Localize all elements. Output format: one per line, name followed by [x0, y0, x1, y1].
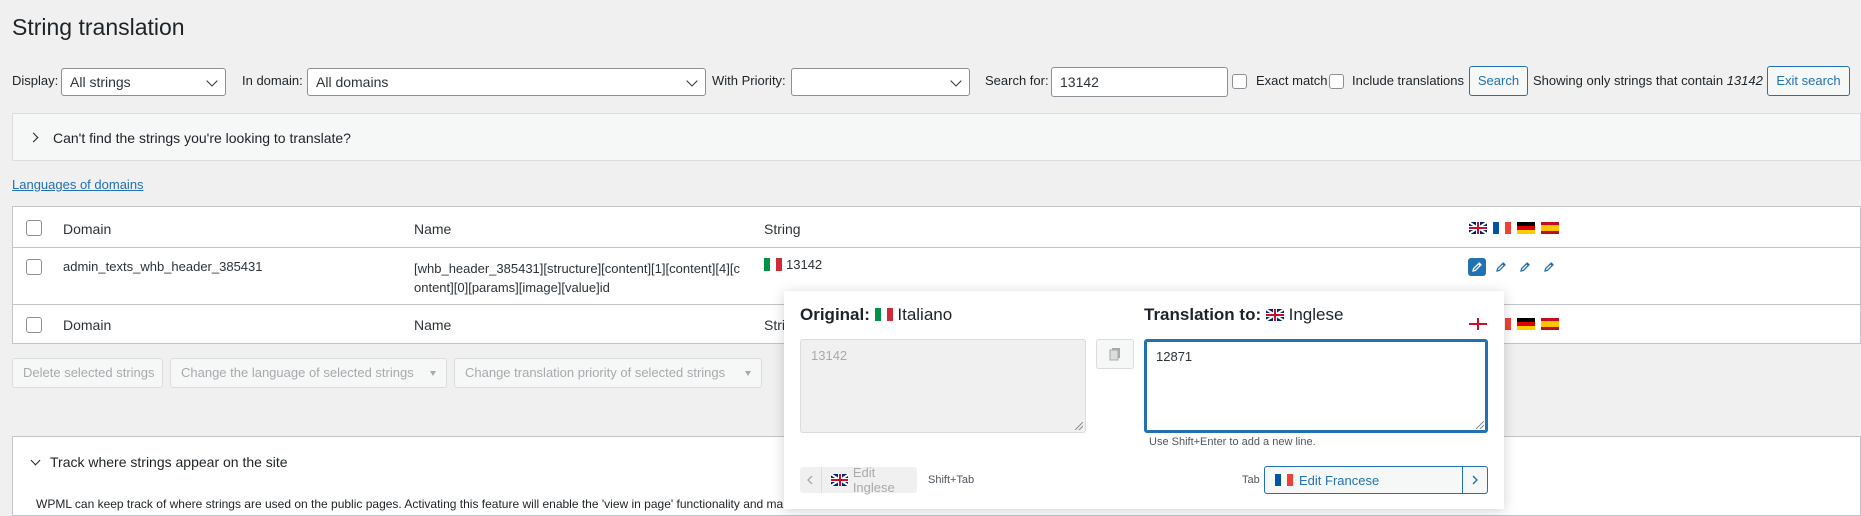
- copy-icon: [1109, 348, 1120, 361]
- original-title: Original: Italiano: [800, 305, 953, 324]
- row-string: 13142: [764, 257, 822, 272]
- showing-text: Showing only strings that contain 13142: [1533, 73, 1763, 88]
- edit-translation-es-icon[interactable]: [1540, 258, 1558, 276]
- original-textarea: 13142: [800, 339, 1086, 433]
- include-translations-checkbox[interactable]: [1329, 74, 1344, 89]
- footer-column-domain[interactable]: Domain: [63, 317, 111, 333]
- es-flag-icon: [1541, 222, 1559, 234]
- gb-flag-icon: [1265, 309, 1284, 321]
- row-string-text: 13142: [786, 257, 823, 272]
- column-string[interactable]: String: [764, 221, 801, 237]
- exact-match-checkbox[interactable]: [1232, 74, 1247, 89]
- it-flag-icon: [874, 308, 893, 321]
- edit-translation-fr-icon[interactable]: [1492, 258, 1510, 276]
- languages-of-domains-link[interactable]: Languages of domains: [12, 177, 144, 192]
- select-all-footer-checkbox[interactable]: [26, 317, 42, 333]
- track-strings-title[interactable]: Track where strings appear on the site: [50, 454, 288, 470]
- row-checkbox[interactable]: [26, 259, 42, 275]
- caret-down-icon: [430, 371, 436, 376]
- next-shortcut: Tab: [1242, 474, 1260, 486]
- chevron-left-icon: [800, 467, 822, 493]
- search-input[interactable]: [1051, 67, 1228, 97]
- domain-label: In domain:: [242, 73, 303, 88]
- priority-label: With Priority:: [712, 73, 786, 88]
- translation-popup: Original: Italiano Translation to: Ingle…: [784, 291, 1504, 509]
- de-flag-icon: [1517, 222, 1535, 234]
- change-language-select[interactable]: Change the language of selected strings: [170, 358, 447, 388]
- translation-title: Translation to: Inglese: [1144, 305, 1344, 324]
- chevron-down-icon: [206, 75, 218, 87]
- change-language-label: Change the language of selected strings: [181, 365, 414, 380]
- priority-select[interactable]: [791, 68, 970, 96]
- new-line-hint: Use Shift+Enter to add a new line.: [1149, 436, 1316, 448]
- domain-select[interactable]: All domains: [307, 68, 706, 96]
- edit-previous-label: Edit Inglese: [852, 465, 895, 495]
- display-select[interactable]: All strings: [61, 68, 226, 96]
- row-domain: admin_texts_whb_header_385431: [63, 259, 263, 274]
- include-translations-label: Include translations: [1352, 73, 1465, 88]
- chevron-down-icon: [686, 75, 698, 87]
- it-flag-icon: [764, 258, 782, 271]
- edit-translation-gb-icon[interactable]: [1468, 258, 1486, 276]
- gb-flag-icon: [1469, 222, 1487, 234]
- column-domain[interactable]: Domain: [63, 221, 111, 237]
- translation-textarea[interactable]: 12871: [1144, 339, 1488, 433]
- help-box[interactable]: Can't find the strings you're looking to…: [12, 113, 1861, 161]
- edit-translation-de-icon[interactable]: [1516, 258, 1534, 276]
- footer-column-string[interactable]: Stri: [764, 317, 785, 333]
- search-label: Search for:: [985, 73, 1049, 88]
- resize-handle-icon[interactable]: [1476, 421, 1484, 429]
- language-flags-header: [1469, 222, 1559, 234]
- fr-flag-icon: [1275, 474, 1293, 486]
- copy-original-button[interactable]: [1096, 339, 1134, 369]
- footer-column-name[interactable]: Name: [414, 317, 451, 333]
- chevron-right-icon: [28, 132, 39, 143]
- fr-flag-icon: [1493, 222, 1511, 234]
- exit-search-button[interactable]: Exit search: [1767, 66, 1850, 96]
- help-box-text: Can't find the strings you're looking to…: [53, 130, 351, 146]
- prev-shortcut: Shift+Tab: [928, 474, 975, 486]
- display-label: Display:: [12, 73, 59, 88]
- column-name[interactable]: Name: [414, 221, 451, 237]
- showing-term: 13142: [1726, 73, 1763, 88]
- caret-down-icon: [745, 371, 751, 376]
- exact-match-label: Exact match: [1256, 73, 1328, 88]
- gb-flag-icon: [830, 474, 848, 486]
- delete-selected-strings-button[interactable]: Delete selected strings: [12, 358, 163, 388]
- row-name: [whb_header_385431][structure][content][…: [414, 261, 740, 295]
- search-button[interactable]: Search: [1469, 66, 1528, 96]
- chevron-down-icon: [950, 75, 962, 87]
- change-priority-select[interactable]: Change translation priority of selected …: [454, 358, 762, 388]
- edit-next-label: Edit Francese: [1299, 472, 1380, 488]
- domain-select-value: All domains: [316, 74, 389, 90]
- resize-handle-icon[interactable]: [1075, 422, 1083, 430]
- page-title: String translation: [12, 14, 185, 40]
- chevron-right-icon: [1462, 467, 1487, 493]
- es-flag-icon: [1541, 318, 1559, 330]
- edit-previous-button[interactable]: Edit Inglese: [800, 465, 917, 495]
- display-select-value: All strings: [70, 74, 131, 90]
- edit-next-button[interactable]: Edit Francese: [1264, 466, 1488, 494]
- change-priority-label: Change translation priority of selected …: [465, 365, 726, 380]
- select-all-checkbox[interactable]: [26, 220, 42, 236]
- de-flag-icon: [1517, 318, 1535, 330]
- chevron-down-icon[interactable]: [30, 455, 41, 466]
